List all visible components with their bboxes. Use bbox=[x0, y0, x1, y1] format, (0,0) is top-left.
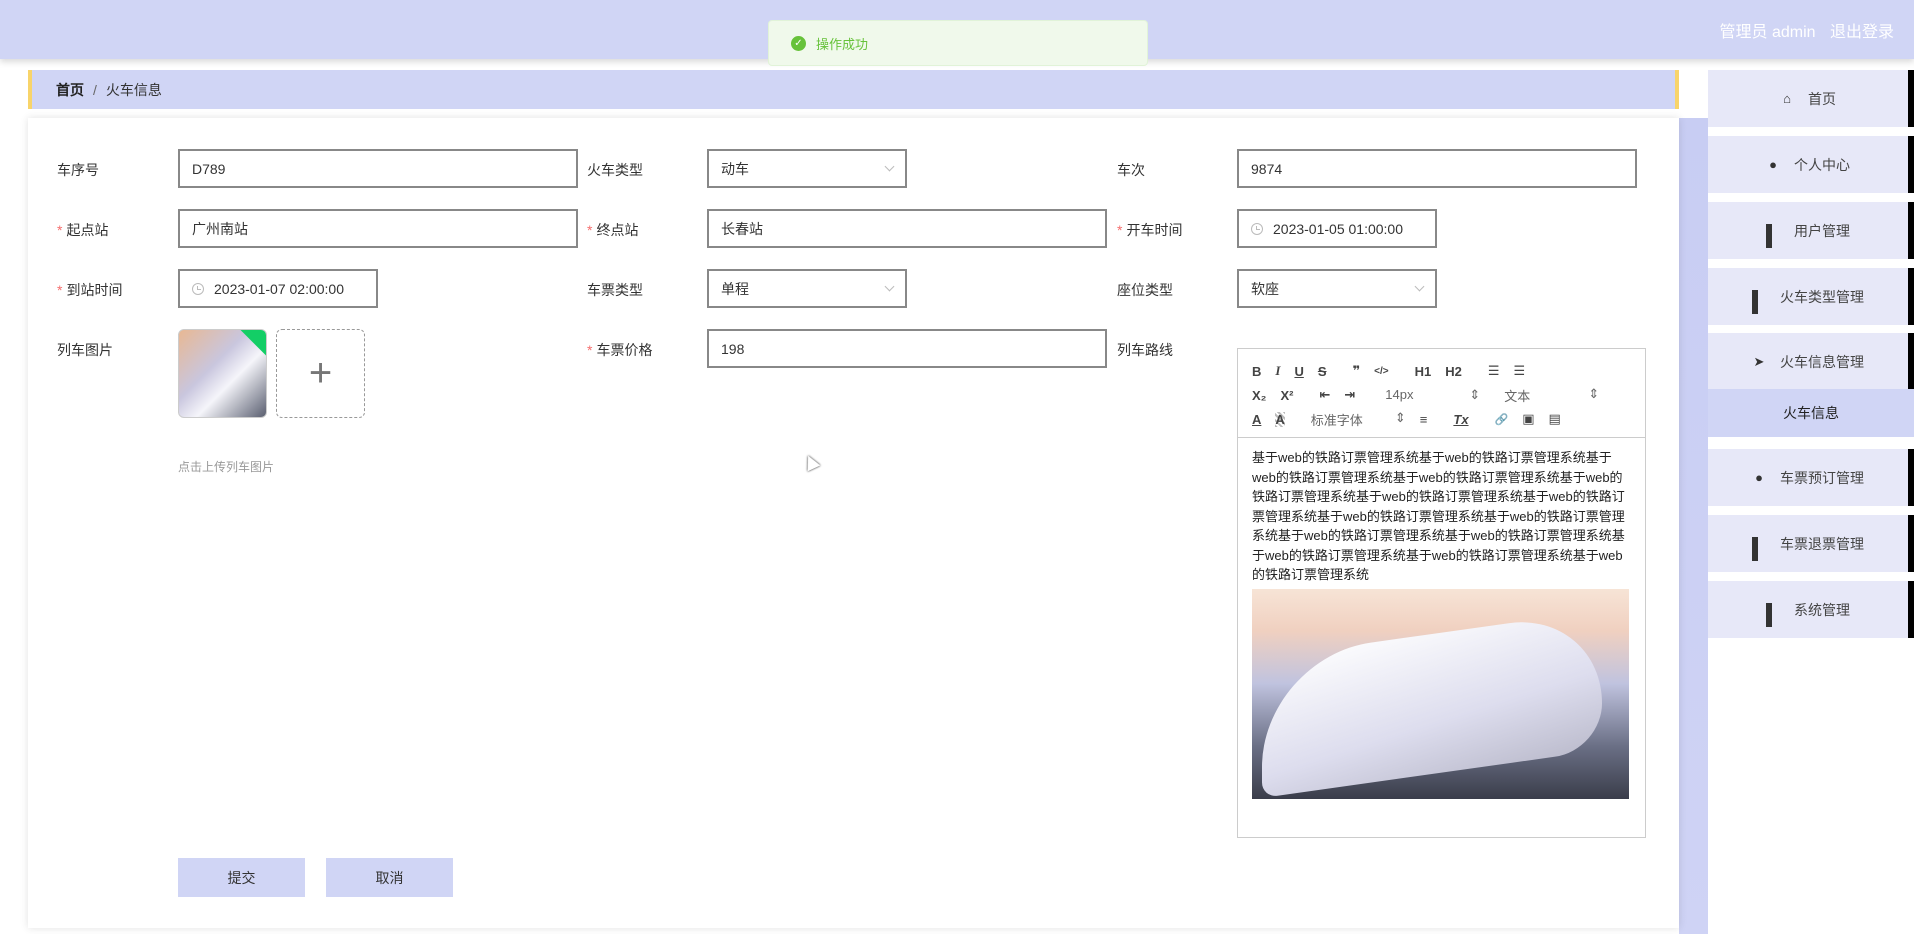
link-icon[interactable]: 🔗 bbox=[1495, 413, 1509, 426]
user-icon: ● bbox=[1769, 156, 1777, 172]
end-input[interactable]: 长春站 bbox=[707, 209, 1107, 248]
font-size-picker[interactable]: 14px ⇕ bbox=[1385, 387, 1480, 403]
train-image-thumbnail[interactable] bbox=[178, 329, 267, 418]
text-color-icon[interactable]: A bbox=[1252, 412, 1261, 427]
check-circle-icon: ✓ bbox=[791, 35, 806, 51]
logout-link[interactable]: 退出登录 bbox=[1830, 24, 1894, 41]
grid-icon bbox=[1752, 289, 1766, 314]
video-icon[interactable]: ▤ bbox=[1549, 411, 1561, 427]
sidebar-item-train-types[interactable]: 火车类型管理 bbox=[1708, 268, 1914, 325]
breadcrumb-separator: / bbox=[93, 81, 97, 98]
background-strip bbox=[1679, 118, 1708, 934]
paper-plane-icon: ➤ bbox=[1753, 353, 1765, 369]
header-picker[interactable]: 文本 ⇕ bbox=[1504, 386, 1599, 405]
depart-label: * 开车时间 bbox=[1117, 222, 1183, 238]
train-no-label: 车序号 bbox=[57, 162, 99, 178]
arrive-label: * 到站时间 bbox=[57, 282, 123, 298]
trips-label: 车次 bbox=[1117, 162, 1145, 178]
header1-icon[interactable]: H1 bbox=[1415, 364, 1432, 379]
clock-icon bbox=[1251, 222, 1263, 235]
sidebar-item-booking[interactable]: ● 车票预订管理 bbox=[1708, 449, 1914, 506]
depart-datetime-picker[interactable]: 2023-01-05 01:00:00 bbox=[1237, 209, 1437, 248]
seat-type-select[interactable]: 软座 bbox=[1237, 269, 1437, 308]
rich-text-editor[interactable]: B I U S ❞ </> H1 H2 ☰ ☰ X₂ X² ⇤ ⇥ 14px ⇕ … bbox=[1237, 348, 1646, 838]
sidebar-item-train-info-mgmt[interactable]: ➤ 火车信息管理 bbox=[1708, 333, 1914, 390]
image-label: 列车图片 bbox=[57, 342, 113, 358]
trips-input[interactable]: 9874 bbox=[1237, 149, 1637, 188]
updown-icon: ⇕ bbox=[1588, 385, 1600, 401]
breadcrumb-home[interactable]: 首页 bbox=[56, 80, 84, 100]
upload-plus-button[interactable]: + bbox=[276, 329, 365, 418]
font-family-picker[interactable]: 标准字体 ⇕ bbox=[1311, 410, 1406, 429]
train-image bbox=[1252, 588, 1629, 799]
user-area: 管理员 admin 退出登录 bbox=[1710, 18, 1895, 42]
image-icon[interactable]: ▣ bbox=[1522, 411, 1534, 427]
background-color-icon[interactable]: A bbox=[1275, 411, 1285, 427]
grid-icon bbox=[1752, 536, 1766, 561]
align-icon[interactable]: ≡ bbox=[1420, 412, 1428, 427]
upload-hint: 点击上传列车图片 bbox=[178, 460, 275, 474]
bold-icon[interactable]: B bbox=[1252, 364, 1261, 379]
route-label: 列车路线 bbox=[1117, 342, 1173, 358]
bullet-list-icon[interactable]: ☰ bbox=[1514, 363, 1526, 379]
grid-icon bbox=[1766, 223, 1780, 248]
breadcrumb-current: 火车信息 bbox=[105, 81, 162, 98]
updown-icon: ⇕ bbox=[1394, 409, 1406, 425]
subscript-icon[interactable]: X₂ bbox=[1252, 388, 1266, 403]
editor-toolbar: B I U S ❞ </> H1 H2 ☰ ☰ X₂ X² ⇤ ⇥ 14px ⇕ … bbox=[1238, 349, 1645, 438]
chevron-down-icon bbox=[1414, 281, 1425, 292]
train-no-input[interactable]: D789 bbox=[178, 149, 578, 188]
clean-format-icon[interactable]: Tx bbox=[1453, 412, 1468, 427]
cancel-button[interactable]: 取消 bbox=[326, 858, 453, 897]
chevron-down-icon bbox=[884, 281, 895, 292]
header2-icon[interactable]: H2 bbox=[1445, 364, 1462, 379]
sidebar-subitem-train-info[interactable]: 火车信息 bbox=[1708, 389, 1914, 437]
ticket-type-select[interactable]: 单程 bbox=[707, 269, 907, 308]
train-type-label: 火车类型 bbox=[587, 162, 643, 178]
price-input[interactable]: 198 bbox=[707, 329, 1107, 368]
end-label: * 终点站 bbox=[587, 222, 639, 238]
code-block-icon[interactable]: </> bbox=[1374, 366, 1388, 377]
start-input[interactable]: 广州南站 bbox=[178, 209, 578, 248]
sidebar-item-home[interactable]: ⌂ 首页 bbox=[1708, 70, 1914, 127]
success-corner-badge bbox=[240, 330, 266, 356]
user-icon: ● bbox=[1755, 469, 1763, 485]
underline-icon[interactable]: U bbox=[1294, 364, 1303, 379]
submit-button[interactable]: 提交 bbox=[178, 858, 305, 897]
plus-icon: + bbox=[308, 351, 333, 395]
sidebar-item-system[interactable]: 系统管理 bbox=[1708, 581, 1914, 638]
user-label: 管理员 admin bbox=[1719, 24, 1816, 41]
breadcrumb: 首页 / 火车信息 bbox=[28, 70, 1679, 109]
ordered-list-icon[interactable]: ☰ bbox=[1488, 363, 1500, 379]
seat-type-label: 座位类型 bbox=[1117, 282, 1173, 298]
outdent-icon[interactable]: ⇤ bbox=[1319, 387, 1330, 403]
sidebar-item-users[interactable]: 用户管理 bbox=[1708, 202, 1914, 259]
sidebar-item-profile[interactable]: ● 个人中心 bbox=[1708, 136, 1914, 193]
chevron-down-icon bbox=[884, 161, 895, 172]
price-label: * 车票价格 bbox=[587, 342, 653, 358]
strike-icon[interactable]: S bbox=[1318, 364, 1327, 379]
toast-message: 操作成功 bbox=[816, 36, 869, 52]
editor-content[interactable]: 基于web的铁路订票管理系统基于web的铁路订票管理系统基于web的铁路订票管理… bbox=[1238, 438, 1645, 809]
train-type-select[interactable]: 动车 bbox=[707, 149, 907, 188]
updown-icon: ⇕ bbox=[1469, 387, 1481, 402]
editor-text: 基于web的铁路订票管理系统基于web的铁路订票管理系统基于web的铁路订票管理… bbox=[1252, 450, 1625, 582]
arrive-datetime-picker[interactable]: 2023-01-07 02:00:00 bbox=[178, 269, 378, 308]
start-label: * 起点站 bbox=[57, 222, 109, 238]
blockquote-icon[interactable]: ❞ bbox=[1353, 363, 1361, 379]
ticket-type-label: 车票类型 bbox=[587, 282, 643, 298]
sidebar-item-refund[interactable]: 车票退票管理 bbox=[1708, 515, 1914, 572]
indent-icon[interactable]: ⇥ bbox=[1344, 387, 1355, 403]
grid-icon bbox=[1766, 602, 1780, 627]
superscript-icon[interactable]: X² bbox=[1280, 388, 1293, 403]
home-icon: ⌂ bbox=[1783, 90, 1791, 106]
success-toast: ✓ 操作成功 bbox=[768, 20, 1148, 66]
clock-icon bbox=[192, 282, 204, 295]
italic-icon[interactable]: I bbox=[1275, 363, 1280, 379]
